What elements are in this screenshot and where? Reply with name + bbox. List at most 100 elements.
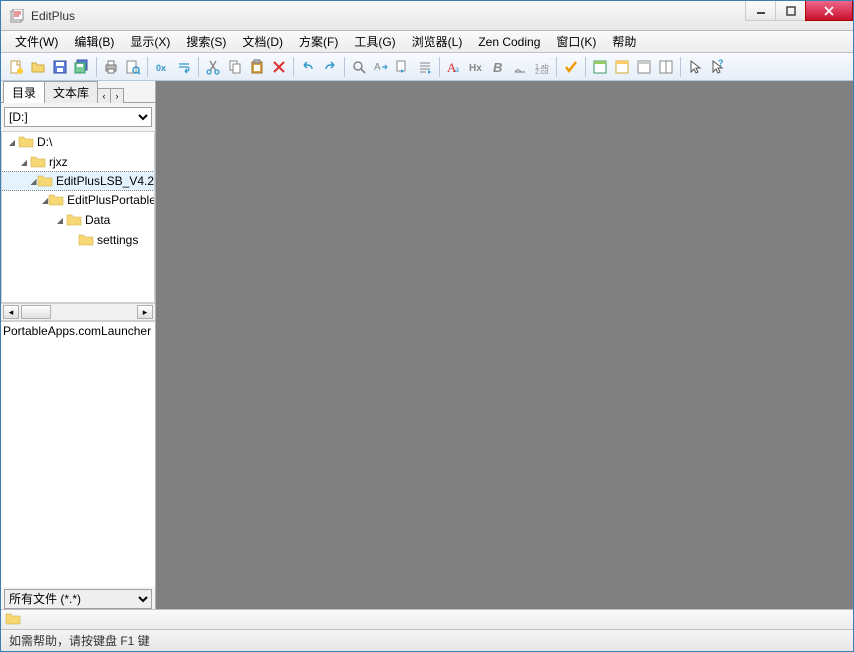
app-window: EditPlus 文件(W) 编辑(B) 显示(X) 搜索(S) 文档(D) 方… bbox=[0, 0, 854, 652]
menu-document[interactable]: 文档(D) bbox=[234, 31, 291, 52]
file-list-item[interactable]: PortableApps.comLauncher bbox=[3, 324, 153, 340]
new-file-icon[interactable] bbox=[5, 56, 27, 78]
tree-item[interactable]: ◢ D:\ bbox=[2, 132, 154, 152]
maximize-button[interactable] bbox=[775, 1, 805, 21]
window2-icon[interactable] bbox=[611, 56, 633, 78]
sidebar: 目录 文本库 ‹ › [D:] ◢ D:\ ◢ rjxz ◢ EditPlusLSB_V4… bbox=[1, 81, 156, 609]
toolbar-separator bbox=[198, 57, 199, 77]
menu-file[interactable]: 文件(W) bbox=[7, 31, 66, 52]
tree-item-label: EditPlusPortable bbox=[67, 193, 155, 207]
svg-text:B: B bbox=[493, 60, 502, 75]
body: 目录 文本库 ‹ › [D:] ◢ D:\ ◢ rjxz ◢ EditPlusLSB_V4… bbox=[1, 81, 853, 609]
replace-icon[interactable] bbox=[392, 56, 414, 78]
cut-icon[interactable] bbox=[202, 56, 224, 78]
app-icon bbox=[9, 8, 25, 24]
tree-item[interactable]: ◢EditPlusPortable bbox=[2, 190, 154, 210]
tree-item[interactable]: ◢ EditPlusLSB_V4.2 bbox=[1, 171, 155, 191]
folder-icon bbox=[5, 611, 21, 628]
save-all-icon[interactable] bbox=[71, 56, 93, 78]
tree-item-label: EditPlusLSB_V4.2 bbox=[56, 174, 154, 188]
svg-text:Hx: Hx bbox=[469, 63, 482, 74]
toolbar-separator bbox=[439, 57, 440, 77]
toolbar-separator bbox=[293, 57, 294, 77]
italic-icon[interactable] bbox=[509, 56, 531, 78]
menu-edit[interactable]: 编辑(B) bbox=[66, 31, 122, 52]
window-buttons bbox=[745, 1, 853, 30]
window4-icon[interactable] bbox=[655, 56, 677, 78]
print-icon[interactable] bbox=[100, 56, 122, 78]
svg-text:2.cd: 2.cd bbox=[535, 69, 548, 75]
window-title: EditPlus bbox=[31, 9, 745, 23]
toolbar-separator bbox=[96, 57, 97, 77]
help-icon[interactable]: ? bbox=[706, 56, 728, 78]
tab-directory[interactable]: 目录 bbox=[3, 81, 45, 103]
heading-icon[interactable]: Hx bbox=[465, 56, 487, 78]
folder-icon bbox=[48, 192, 64, 208]
expander-icon[interactable]: ◢ bbox=[6, 137, 18, 147]
tree-item-label: D:\ bbox=[37, 135, 52, 149]
menu-help[interactable]: 帮助 bbox=[604, 31, 644, 52]
tree-item-label: rjxz bbox=[49, 155, 68, 169]
tree-item[interactable]: ◢ Data bbox=[2, 210, 154, 230]
svg-text:?: ? bbox=[718, 59, 724, 68]
cursor-icon[interactable] bbox=[684, 56, 706, 78]
tree-scrollbar[interactable]: ◂ ▸ bbox=[1, 303, 155, 321]
menu-view[interactable]: 显示(X) bbox=[122, 31, 178, 52]
tree-item[interactable]: settings bbox=[2, 230, 154, 250]
folder-icon bbox=[18, 134, 34, 150]
font-icon[interactable]: Aa bbox=[443, 56, 465, 78]
folder-icon bbox=[30, 154, 46, 170]
folder-icon bbox=[37, 173, 53, 189]
menu-browser[interactable]: 浏览器(L) bbox=[404, 31, 471, 52]
find-icon[interactable] bbox=[348, 56, 370, 78]
goto-icon[interactable] bbox=[414, 56, 436, 78]
status-text: 如需帮助，请按键盘 F1 键 bbox=[9, 632, 150, 649]
redo-icon[interactable] bbox=[319, 56, 341, 78]
toolbar: 0x A Aa Hx B 1.ab2.cd? bbox=[1, 53, 853, 81]
scroll-thumb[interactable] bbox=[21, 305, 51, 319]
hex-icon[interactable]: 0x bbox=[151, 56, 173, 78]
tree-item-label: Data bbox=[85, 213, 110, 227]
tree-item[interactable]: ◢ rjxz bbox=[2, 152, 154, 172]
tab-scroll-right[interactable]: › bbox=[110, 88, 124, 103]
file-list[interactable]: PortableApps.comLauncher bbox=[1, 321, 155, 587]
menu-project[interactable]: 方案(F) bbox=[291, 31, 346, 52]
find-next-icon[interactable]: A bbox=[370, 56, 392, 78]
folder-tree[interactable]: ◢D:\◢rjxz◢EditPlusLSB_V4.2◢EditPlusPorta… bbox=[1, 131, 155, 303]
scroll-right-button[interactable]: ▸ bbox=[137, 305, 153, 319]
save-icon[interactable] bbox=[49, 56, 71, 78]
tab-cliptext[interactable]: 文本库 bbox=[44, 81, 98, 103]
check-icon[interactable] bbox=[560, 56, 582, 78]
bold-icon[interactable]: B bbox=[487, 56, 509, 78]
delete-icon[interactable] bbox=[268, 56, 290, 78]
svg-text:a: a bbox=[455, 64, 459, 74]
menubar: 文件(W) 编辑(B) 显示(X) 搜索(S) 文档(D) 方案(F) 工具(G… bbox=[1, 31, 853, 53]
minimize-button[interactable] bbox=[745, 1, 775, 21]
expander-icon[interactable]: ◢ bbox=[18, 157, 30, 167]
drive-selector: [D:] bbox=[4, 107, 152, 129]
marker-icon[interactable]: 1.ab2.cd bbox=[531, 56, 553, 78]
menu-tools[interactable]: 工具(G) bbox=[346, 31, 403, 52]
toolbar-separator bbox=[585, 57, 586, 77]
print-preview-icon[interactable] bbox=[122, 56, 144, 78]
window1-icon[interactable] bbox=[589, 56, 611, 78]
close-button[interactable] bbox=[805, 1, 853, 21]
menu-zencoding[interactable]: Zen Coding bbox=[470, 33, 548, 51]
open-file-icon[interactable] bbox=[27, 56, 49, 78]
copy-icon[interactable] bbox=[224, 56, 246, 78]
sidebar-tabs: 目录 文本库 ‹ › bbox=[1, 81, 155, 103]
expander-icon[interactable]: ◢ bbox=[30, 176, 37, 186]
drive-select[interactable]: [D:] bbox=[4, 107, 152, 127]
filter-select[interactable]: 所有文件 (*.*) bbox=[4, 589, 152, 609]
scroll-left-button[interactable]: ◂ bbox=[3, 305, 19, 319]
tab-scroll-left[interactable]: ‹ bbox=[97, 88, 111, 103]
expander-icon[interactable]: ◢ bbox=[54, 215, 66, 225]
menu-window[interactable]: 窗口(K) bbox=[548, 31, 604, 52]
tree-item-label: settings bbox=[97, 233, 138, 247]
paste-icon[interactable] bbox=[246, 56, 268, 78]
undo-icon[interactable] bbox=[297, 56, 319, 78]
wrap-icon[interactable] bbox=[173, 56, 195, 78]
menu-search[interactable]: 搜索(S) bbox=[178, 31, 234, 52]
toolbar-separator bbox=[344, 57, 345, 77]
window3-icon[interactable] bbox=[633, 56, 655, 78]
